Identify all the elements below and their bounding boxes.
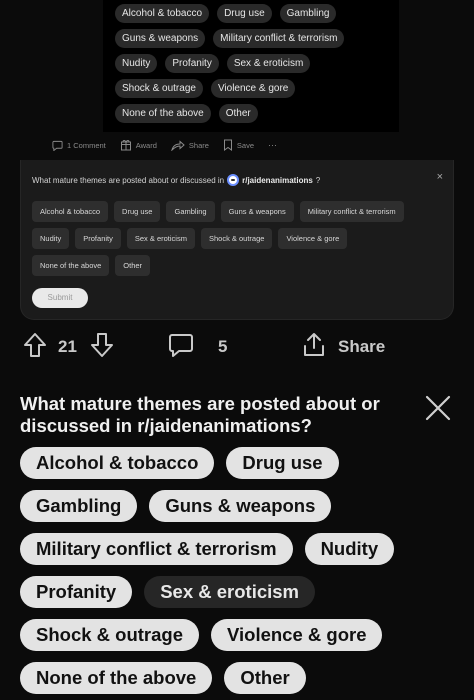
card-chip-alcohol-and-tobacco[interactable]: Alcohol & tobacco xyxy=(32,201,109,222)
mature-themes-card: What mature themes are posted about or d… xyxy=(20,160,454,320)
chip-row: Shock & outrage Violence & gore xyxy=(20,619,460,651)
chip-other[interactable]: Other xyxy=(224,662,306,694)
comment-count-value: 5 xyxy=(218,337,228,356)
card-question-text: What mature themes are posted about or d… xyxy=(32,175,225,185)
downvote-button[interactable] xyxy=(90,330,114,364)
image-chip-guns-and-weapons: Guns & weapons xyxy=(115,29,206,48)
chip-violence-and-gore[interactable]: Violence & gore xyxy=(211,619,383,651)
post-image-chip-row: Shock & outrage Violence & gore xyxy=(115,79,395,98)
comment-count: 5 xyxy=(218,330,227,364)
upvote-button[interactable] xyxy=(23,330,47,364)
card-chip-none-of-the-above[interactable]: None of the above xyxy=(32,255,110,276)
card-chip-military-conflict-and-terrorism[interactable]: Military conflict & terrorism xyxy=(299,201,404,222)
share-label: Share xyxy=(338,337,386,356)
subreddit-avatar-icon xyxy=(227,174,240,186)
image-chip-violence-and-gore: Violence & gore xyxy=(210,79,296,98)
chip-profanity[interactable]: Profanity xyxy=(20,576,133,608)
post-image-chip-row: Alcohol & tobacco Drug use Gambling xyxy=(115,4,395,23)
post-image-chip-row: Nudity Profanity Sex & eroticism xyxy=(115,54,395,73)
card-chip-drug-use[interactable]: Drug use xyxy=(114,201,161,222)
post-image[interactable]: Alcohol & tobacco Drug use Gambling Guns & … xyxy=(103,0,399,132)
big-chip-grid: Alcohol & tobacco Drug use Gambling Guns & … xyxy=(20,447,460,700)
chip-row: Alcohol & tobacco Drug use xyxy=(20,447,460,479)
close-icon[interactable] xyxy=(424,394,452,427)
comments-button[interactable] xyxy=(168,330,194,364)
image-chip-other: Other xyxy=(218,104,258,123)
vote-count: 21 xyxy=(58,330,77,364)
image-chip-shock-and-outrage: Shock & outrage xyxy=(115,79,203,98)
chip-guns-and-weapons[interactable]: Guns & weapons xyxy=(149,490,332,522)
vote-count-label: 21 xyxy=(58,337,77,356)
comment-count-label: 1 Comment xyxy=(67,140,106,150)
chip-gambling[interactable]: Gambling xyxy=(20,490,138,522)
card-chip-row: Nudity Profanity Sex & eroticism Shock & ou… xyxy=(32,228,446,249)
image-chip-alcohol-and-tobacco: Alcohol & tobacco xyxy=(115,4,210,23)
card-chip-other[interactable]: Other xyxy=(115,255,151,276)
card-chip-grid: Alcohol & tobacco Drug use Gambling Guns & … xyxy=(32,201,446,282)
comment-button[interactable]: 1 Comment xyxy=(52,140,106,151)
card-chip-guns-and-weapons[interactable]: Guns & weapons xyxy=(220,201,294,222)
image-chip-profanity: Profanity xyxy=(165,54,219,73)
chip-alcohol-and-tobacco[interactable]: Alcohol & tobacco xyxy=(20,447,215,479)
image-chip-nudity: Nudity xyxy=(115,54,158,73)
card-chip-profanity[interactable]: Profanity xyxy=(75,228,121,249)
comment-bubble-icon xyxy=(168,332,194,363)
award-label: Award xyxy=(135,140,157,150)
card-question-mark: ? xyxy=(315,175,321,185)
card-close-icon[interactable]: × xyxy=(437,171,443,183)
share-button[interactable]: Share xyxy=(302,330,385,364)
chip-none-of-the-above[interactable]: None of the above xyxy=(20,662,213,694)
image-chip-gambling: Gambling xyxy=(279,4,337,23)
card-chip-gambling[interactable]: Gambling xyxy=(166,201,215,222)
card-chip-sex-and-eroticism[interactable]: Sex & eroticism xyxy=(126,228,195,249)
more-icon: ··· xyxy=(268,140,278,150)
image-chip-none-of-the-above: None of the above xyxy=(115,104,211,123)
submit-button[interactable]: Submit xyxy=(32,288,88,308)
share-icon xyxy=(302,332,326,363)
share-arrow-icon xyxy=(171,139,185,151)
chip-nudity[interactable]: Nudity xyxy=(304,533,395,565)
chip-row: Profanity Sex & eroticism xyxy=(20,576,460,608)
card-chip-violence-and-gore[interactable]: Violence & gore xyxy=(278,228,348,249)
chip-row: Military conflict & terrorism Nudity xyxy=(20,533,460,565)
post-image-chip-grid: Alcohol & tobacco Drug use Gambling Guns & … xyxy=(115,4,395,129)
comment-icon xyxy=(52,140,63,151)
share-button-small[interactable]: Share xyxy=(171,139,209,151)
award-button[interactable]: Award xyxy=(120,139,157,151)
chip-military-conflict-and-terrorism[interactable]: Military conflict & terrorism xyxy=(20,533,293,565)
more-options-button[interactable]: ··· xyxy=(268,140,277,150)
image-chip-military-conflict-and-terrorism: Military conflict & terrorism xyxy=(213,29,345,48)
chip-sex-and-eroticism[interactable]: Sex & eroticism xyxy=(144,576,316,608)
card-chip-shock-and-outrage[interactable]: Shock & outrage xyxy=(200,228,273,249)
post-action-row: 1 Comment Award Share Save ··· xyxy=(52,139,277,151)
image-chip-drug-use: Drug use xyxy=(217,4,272,23)
save-label: Save xyxy=(236,140,255,150)
card-chip-row: Alcohol & tobacco Drug use Gambling Guns & … xyxy=(32,201,446,222)
card-question: What mature themes are posted about or d… xyxy=(32,174,320,186)
downvote-icon xyxy=(90,332,114,363)
upvote-icon xyxy=(23,332,47,363)
bookmark-icon xyxy=(223,139,233,151)
chip-shock-and-outrage[interactable]: Shock & outrage xyxy=(20,619,199,651)
post-image-chip-row: Guns & weapons Military conflict & terror… xyxy=(115,29,395,48)
share-label-small: Share xyxy=(188,140,209,150)
chip-drug-use[interactable]: Drug use xyxy=(226,447,339,479)
chip-row: Gambling Guns & weapons xyxy=(20,490,460,522)
card-chip-nudity[interactable]: Nudity xyxy=(32,228,70,249)
award-icon xyxy=(120,139,132,151)
post-image-chip-row: None of the above Other xyxy=(115,104,395,123)
subreddit-link[interactable]: r/jaidenanimations xyxy=(242,176,313,185)
big-question-title: What mature themes are posted about or d… xyxy=(20,393,380,436)
card-chip-row: None of the above Other xyxy=(32,255,446,276)
save-button[interactable]: Save xyxy=(223,139,254,151)
post-vote-bar: 21 5 Share xyxy=(0,330,474,364)
image-chip-sex-and-eroticism: Sex & eroticism xyxy=(226,54,311,73)
chip-row: None of the above Other xyxy=(20,662,460,694)
